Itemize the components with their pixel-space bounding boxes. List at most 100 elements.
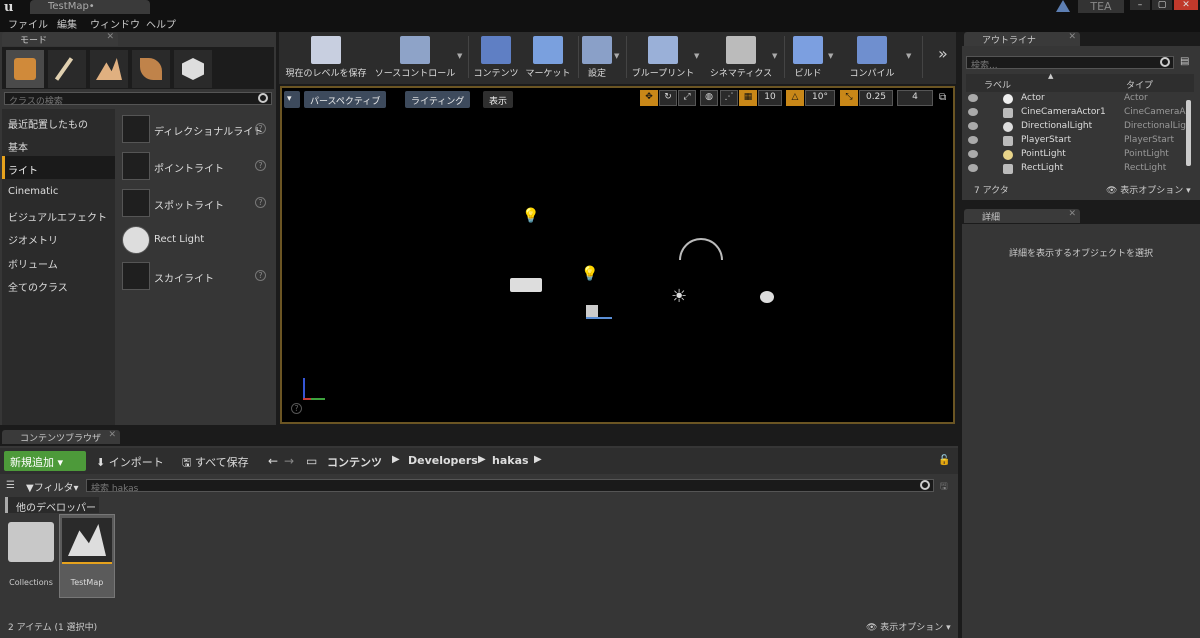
menu-file[interactable]: ファイル	[8, 16, 48, 31]
rotation-snap-icon[interactable]: △	[786, 90, 804, 106]
marketplace-button[interactable]: マーケット	[524, 34, 572, 80]
outliner-row[interactable]: PlayerStart PlayerStart	[966, 134, 1194, 148]
maximize-icon[interactable]: ▢	[1152, 0, 1172, 10]
class-search-input[interactable]: クラスの検索	[4, 92, 272, 107]
grid-snap-icon[interactable]: ▦	[739, 90, 757, 106]
build-button[interactable]: ビルド	[790, 34, 826, 80]
folder-icon[interactable]: ▭	[306, 454, 317, 468]
forward-arrow-icon[interactable]: →	[284, 454, 294, 468]
column-type-header[interactable]: タイプ	[1126, 78, 1153, 91]
camera-icon[interactable]	[510, 278, 542, 292]
place-mode-icon[interactable]	[6, 50, 44, 88]
category-geometry[interactable]: ジオメトリ	[2, 226, 115, 249]
directional-light-icon[interactable]: ☀	[671, 286, 687, 307]
cinematics-button[interactable]: シネマティクス	[706, 34, 776, 80]
translate-icon[interactable]: ✥	[640, 90, 658, 106]
outliner-search-input[interactable]: 検索...	[966, 56, 1174, 71]
add-new-button[interactable]: 新規追加 ▾	[4, 451, 86, 471]
tab-modes[interactable]: モード ✕	[2, 32, 118, 46]
scale-snap-value[interactable]: 0.25	[859, 90, 893, 106]
import-button[interactable]: ⬇ インポート	[96, 454, 164, 470]
close-icon[interactable]: ✕	[1174, 0, 1198, 10]
chevron-down-icon[interactable]: ▼	[906, 52, 914, 60]
eye-icon[interactable]	[968, 108, 978, 116]
chevron-down-icon[interactable]: ▼	[828, 52, 836, 60]
minimize-icon[interactable]: –	[1130, 0, 1150, 10]
perspective-button[interactable]: パースペクティブ	[304, 91, 387, 108]
eye-icon[interactable]	[968, 122, 978, 130]
help-icon[interactable]: ?	[255, 270, 266, 281]
maximize-viewport-icon[interactable]: ⧉	[939, 92, 946, 103]
chevron-down-icon[interactable]: ▼	[614, 52, 622, 60]
close-icon[interactable]: ✕	[108, 430, 116, 440]
doc-tab[interactable]: TestMap•	[30, 0, 150, 14]
filter-button[interactable]: ▼フィルタ▾	[26, 479, 79, 494]
content-button[interactable]: コンテンツ	[472, 34, 520, 80]
close-icon[interactable]: ✕	[106, 32, 114, 42]
show-button[interactable]: 表示	[483, 91, 514, 108]
rotate-icon[interactable]: ↻	[659, 90, 677, 106]
lock-icon[interactable]: 🔓	[938, 455, 950, 466]
menu-help[interactable]: ヘルプ	[146, 16, 176, 31]
outliner-view-options-button[interactable]: 👁 表示オプション ▾	[1106, 183, 1191, 196]
collections-folder-icon[interactable]	[8, 522, 54, 562]
category-recent[interactable]: 最近配置したもの	[2, 110, 115, 133]
list-item-spot-light[interactable]: スポットライト?	[122, 189, 268, 217]
foliage-mode-icon[interactable]	[132, 50, 170, 88]
source-control-button[interactable]: ソースコントロール	[372, 34, 458, 80]
camera-speed-button[interactable]: 4	[897, 90, 933, 106]
category-volumes[interactable]: ボリューム	[2, 250, 115, 273]
scale-snap-icon[interactable]: ⤡	[840, 90, 858, 106]
back-arrow-icon[interactable]: ←	[268, 454, 278, 468]
rect-light-icon[interactable]	[760, 291, 774, 303]
close-icon[interactable]: ✕	[1068, 209, 1076, 219]
paint-mode-icon[interactable]	[48, 50, 86, 88]
compile-button[interactable]: コンパイル	[846, 34, 898, 80]
level-viewport[interactable]	[280, 86, 955, 424]
chevron-down-icon[interactable]: ▼	[457, 52, 465, 60]
search-icon[interactable]	[1160, 57, 1170, 67]
eye-icon[interactable]	[968, 94, 978, 102]
outliner-row[interactable]: DirectionalLight DirectionalLig	[966, 120, 1194, 134]
help-icon[interactable]: ?	[255, 160, 266, 171]
menu-window[interactable]: ウィンドウ	[90, 16, 140, 31]
column-label-header[interactable]: ラベル	[984, 78, 1011, 91]
save-all-button[interactable]: 🖫 すべて保存	[182, 454, 249, 473]
category-all-classes[interactable]: 全てのクラス	[2, 273, 115, 296]
close-icon[interactable]: ✕	[1068, 32, 1076, 42]
breadcrumb-separator[interactable]: ▶	[534, 454, 542, 465]
category-visual-effects[interactable]: ビジュアルエフェクト	[2, 203, 115, 226]
help-icon[interactable]: ?	[255, 123, 266, 134]
outliner-row[interactable]: Actor Actor	[966, 92, 1194, 106]
list-item-point-light[interactable]: ポイントライト?	[122, 152, 268, 180]
breadcrumb-hakas[interactable]: hakas	[492, 454, 529, 467]
chevron-down-icon[interactable]: ▼	[772, 52, 780, 60]
sources-toggle-icon[interactable]: ☰	[6, 480, 15, 491]
tab-outliner[interactable]: アウトライナ ✕	[964, 32, 1080, 46]
eye-icon[interactable]	[968, 150, 978, 158]
other-developers-filter[interactable]: 他のデベロッパー	[5, 497, 99, 514]
category-lights[interactable]: ライト	[2, 156, 115, 179]
breadcrumb-separator[interactable]: ▶	[478, 454, 486, 465]
blueprints-button[interactable]: ブループリント	[630, 34, 696, 80]
view-options-button[interactable]: 👁 表示オプション ▾	[866, 620, 951, 633]
point-light-icon[interactable]: 💡	[522, 208, 539, 224]
player-start-icon[interactable]	[586, 305, 612, 319]
search-icon[interactable]	[258, 93, 268, 103]
save-search-icon[interactable]: 🖫	[940, 479, 948, 495]
category-cinematic[interactable]: Cinematic	[2, 180, 115, 203]
grid-snap-value[interactable]: 10	[758, 90, 782, 106]
scale-icon[interactable]: ⤢	[678, 90, 696, 106]
eye-icon[interactable]	[968, 164, 978, 172]
toolbar-overflow-button[interactable]: »	[938, 44, 948, 63]
list-item-rect-light[interactable]: Rect Light	[122, 226, 268, 254]
geometry-mode-icon[interactable]	[174, 50, 212, 88]
world-icon[interactable]: ◍	[700, 90, 718, 106]
point-light-icon[interactable]: 💡	[581, 266, 598, 282]
help-icon[interactable]: ?	[291, 403, 302, 414]
asset-search-input[interactable]: 検索 hakas	[86, 479, 934, 494]
search-icon[interactable]	[920, 480, 930, 490]
eye-icon[interactable]	[968, 136, 978, 144]
outliner-row[interactable]: RectLight RectLight	[966, 162, 1194, 176]
help-icon[interactable]: ?	[255, 197, 266, 208]
